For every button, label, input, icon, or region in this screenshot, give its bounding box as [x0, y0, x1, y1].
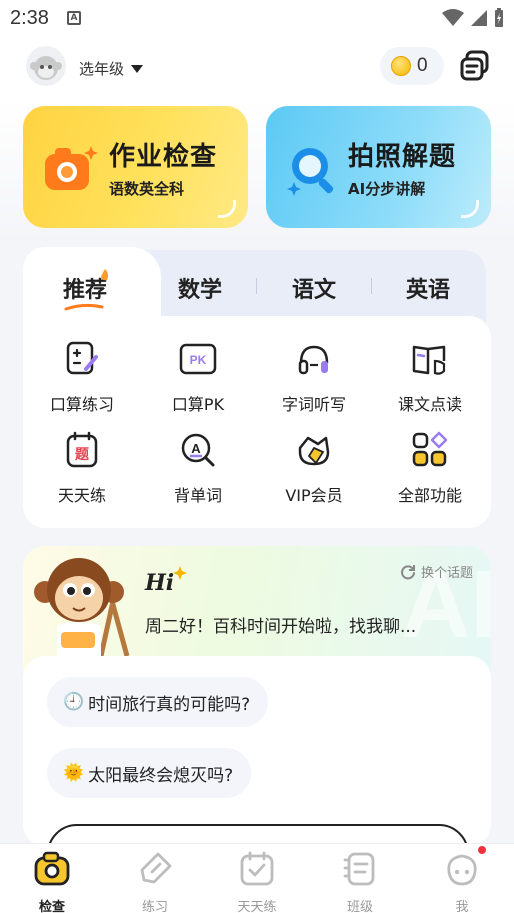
ai-chat-card: AI Hi 换个话题 周二好！百科时间开始啦，找我聊... 🕘 时间旅行真的可能… — [23, 546, 491, 846]
nav-label: 练习 — [141, 900, 168, 913]
svg-text:题: 题 — [75, 447, 90, 463]
feature-label: 口算练习 — [49, 395, 114, 414]
tab-math[interactable]: 数学 — [178, 272, 222, 304]
topic-text: 时间旅行真的可能吗? — [88, 694, 251, 715]
calendar-check-icon — [240, 851, 274, 886]
wrong-book-icon[interactable] — [458, 49, 492, 83]
change-topic-button[interactable]: 换个话题 — [400, 562, 473, 581]
all-features-icon — [412, 431, 448, 467]
topic-suggestion[interactable]: 🌞 太阳最终会熄灭吗? — [47, 748, 252, 798]
grade-label: 选年级 — [79, 60, 125, 78]
nav-label: 我 — [455, 900, 469, 913]
feature-vocab[interactable]: A 背单词 — [143, 430, 253, 506]
nav-check[interactable]: 检查 — [12, 850, 92, 913]
signal-icon — [471, 10, 487, 26]
dictation-icon — [298, 345, 329, 375]
feature-label: 字词听写 — [281, 395, 346, 414]
feature-label: 口算PK — [171, 395, 225, 414]
homework-check-subtitle: 语数英全科 — [109, 180, 185, 198]
svg-text:PK: PK — [190, 353, 207, 367]
oral-calc-icon — [66, 341, 98, 375]
feature-label: 背单词 — [173, 486, 222, 505]
status-bar: 2:38 A — [0, 0, 514, 36]
system-icons — [442, 8, 504, 28]
refresh-icon — [401, 564, 415, 579]
feature-dictation[interactable]: 字词听写 — [259, 339, 369, 415]
nav-me[interactable]: 我 — [422, 850, 502, 913]
sparkle-icon — [173, 566, 187, 580]
homework-check-card[interactable]: 作业检查 语数英全科 — [23, 106, 248, 228]
card-corner-decoration — [218, 200, 236, 218]
active-tab-underline — [64, 303, 104, 311]
daily-practice-icon: 题 — [66, 431, 98, 468]
pencil-tag-icon — [140, 852, 172, 884]
monkey-mascot-icon — [34, 558, 130, 656]
nav-practice[interactable]: 练习 — [115, 850, 195, 913]
flame-icon — [101, 269, 109, 281]
chat-suggestions: 🕘 时间旅行真的可能吗? 🌞 太阳最终会熄灭吗? — [23, 656, 491, 846]
pk-icon: PK — [179, 343, 217, 375]
svg-text:A: A — [191, 441, 201, 456]
vip-icon — [298, 436, 330, 466]
coin-count: 0 — [417, 55, 428, 76]
feature-all[interactable]: 全部功能 — [375, 430, 485, 506]
read-book-icon — [412, 345, 446, 375]
feature-label: 全部功能 — [397, 486, 462, 505]
chat-greeting: 周二好！百科时间开始啦，找我聊... — [145, 617, 417, 637]
feature-oral-calc[interactable]: 口算练习 — [27, 339, 137, 415]
face-icon — [447, 854, 477, 886]
battery-icon — [495, 8, 503, 27]
feature-oral-pk[interactable]: PK 口算PK — [143, 339, 253, 415]
tab-divider — [256, 278, 257, 294]
feature-read-aloud[interactable]: 课文点读 — [375, 339, 485, 415]
sun-icon: 🌞 — [63, 763, 85, 783]
notification-badge — [476, 844, 488, 856]
clock-icon: 🕘 — [63, 692, 85, 712]
nav-label: 班级 — [346, 900, 373, 913]
camera-icon — [34, 851, 70, 886]
photo-solve-subtitle: AI分步讲解 — [348, 180, 426, 198]
feature-label: 课文点读 — [397, 395, 462, 414]
coin-icon — [391, 56, 411, 76]
photo-solve-title: 拍照解题 — [348, 142, 457, 172]
feature-label: VIP会员 — [285, 486, 343, 505]
grade-selector[interactable]: 选年级 — [79, 58, 144, 79]
avatar[interactable] — [26, 46, 66, 86]
monkey-avatar-icon — [30, 56, 62, 80]
tab-english[interactable]: 英语 — [406, 272, 450, 304]
chat-hi: Hi — [145, 570, 175, 596]
status-time: 2:38 — [10, 7, 49, 29]
photo-solve-card[interactable]: 拍照解题 AI分步讲解 — [266, 106, 491, 228]
vocab-icon: A — [181, 433, 215, 467]
homework-check-title: 作业检查 — [109, 142, 218, 172]
bottom-nav: 检查 练习 天天练 班级 我 — [0, 843, 514, 913]
nav-label: 检查 — [38, 900, 65, 913]
nav-label: 天天练 — [237, 900, 277, 913]
magnifier-icon — [287, 148, 334, 196]
a-box-icon: A — [67, 11, 81, 25]
tab-chinese[interactable]: 语文 — [292, 272, 336, 304]
class-list-icon — [343, 852, 375, 886]
tab-divider — [371, 278, 372, 294]
wifi-icon — [442, 9, 464, 26]
coin-balance[interactable]: 0 — [380, 47, 444, 85]
caret-down-icon — [131, 64, 144, 73]
change-topic-label: 换个话题 — [420, 566, 473, 581]
card-corner-decoration — [461, 200, 479, 218]
feature-vip[interactable]: VIP会员 — [259, 430, 369, 506]
feature-daily-practice[interactable]: 题 天天练 — [27, 430, 137, 506]
nav-daily[interactable]: 天天练 — [217, 850, 297, 913]
topic-text: 太阳最终会熄灭吗? — [88, 765, 234, 786]
nav-class[interactable]: 班级 — [320, 850, 400, 913]
topic-suggestion[interactable]: 🕘 时间旅行真的可能吗? — [47, 677, 269, 727]
camera-icon — [45, 146, 98, 190]
feature-label: 天天练 — [57, 486, 106, 505]
